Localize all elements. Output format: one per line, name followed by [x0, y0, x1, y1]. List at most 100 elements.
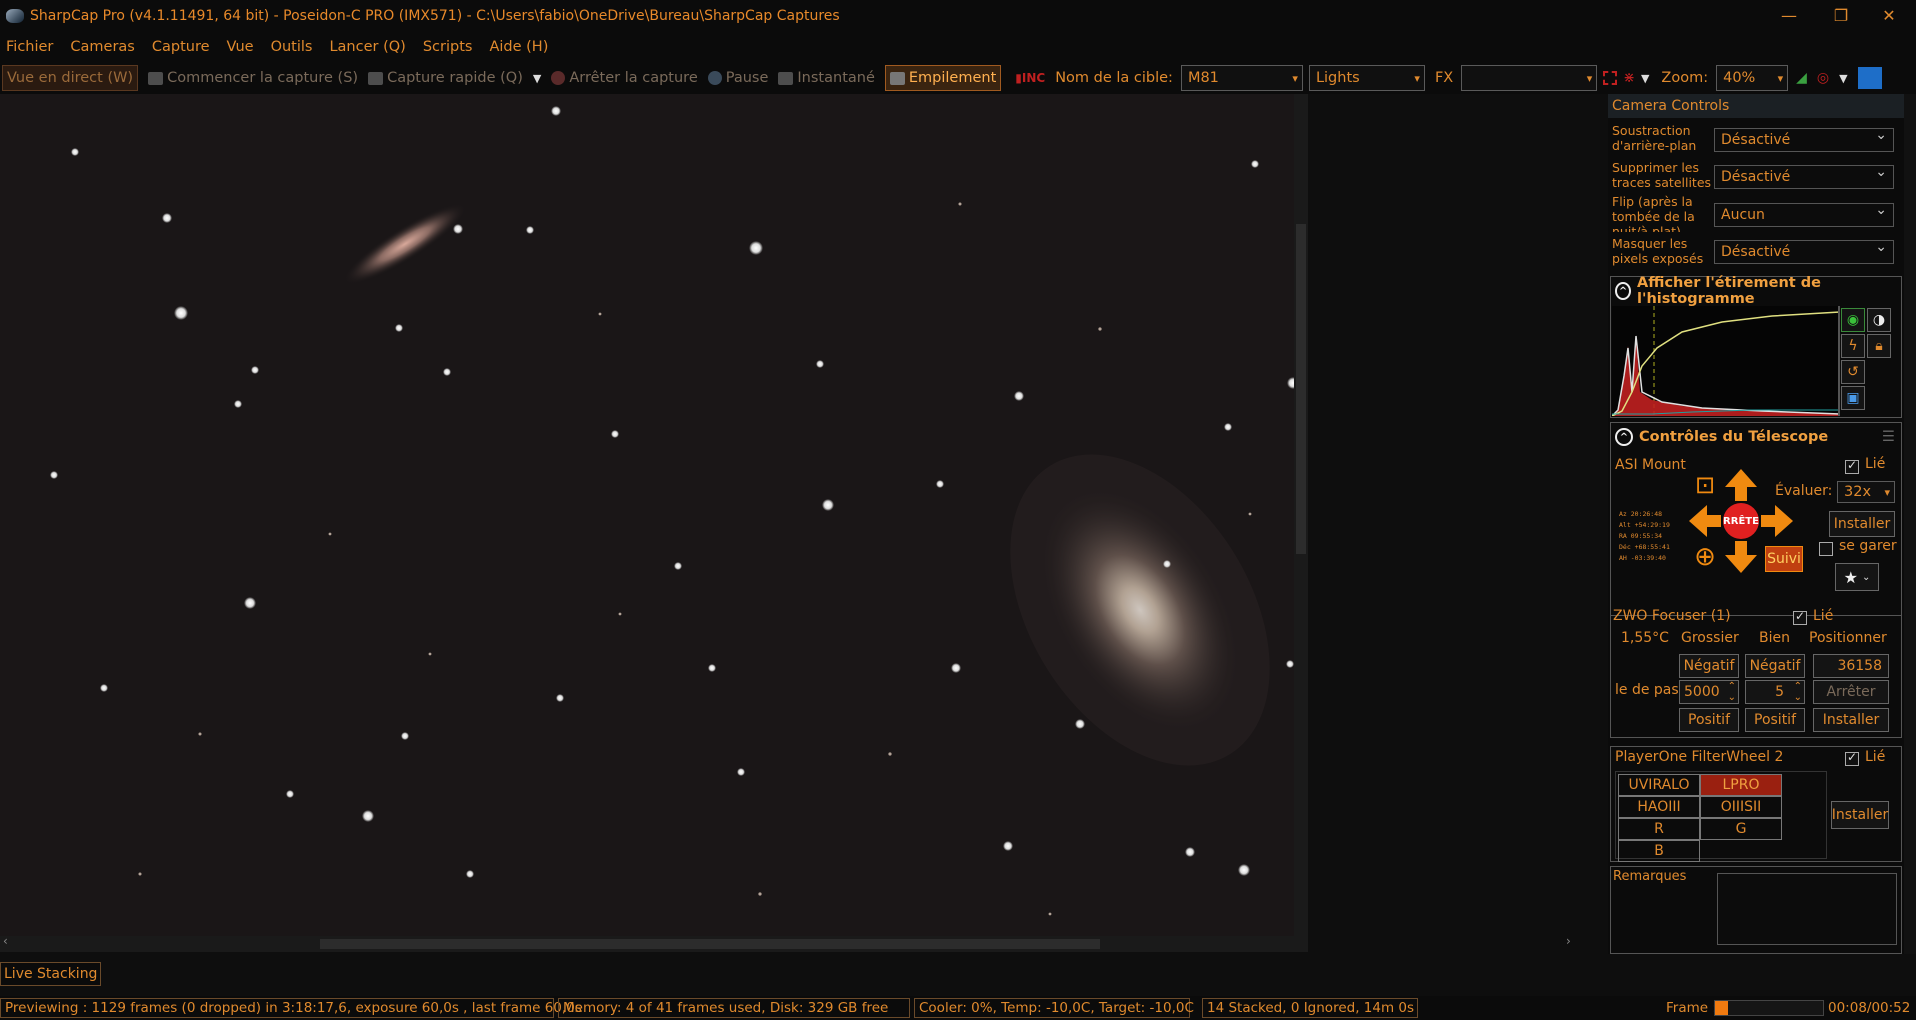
- mount-setup-button[interactable]: Installer: [1829, 511, 1895, 537]
- tracking-label: Suivi: [1767, 551, 1801, 567]
- move-north-button[interactable]: [1723, 467, 1759, 503]
- record-icon[interactable]: ▮INC: [1015, 71, 1045, 85]
- lightning-icon[interactable]: ϟ: [1841, 334, 1865, 358]
- park-checkbox[interactable]: [1819, 541, 1833, 557]
- mount-linked-checkbox[interactable]: [1845, 458, 1859, 475]
- start-capture-label: Commencer la capture (S): [167, 70, 359, 86]
- telescope-header[interactable]: ^ Contrôles du Télescope ☰: [1611, 423, 1901, 451]
- histogram-chart[interactable]: [1612, 306, 1840, 416]
- scroll-thumb[interactable]: [320, 939, 1100, 949]
- start-capture-button[interactable]: Commencer la capture (S): [148, 70, 358, 86]
- fine-step-stepper[interactable]: 5 ⌃ ⌄: [1745, 680, 1805, 704]
- pause-button[interactable]: Pause: [707, 70, 768, 86]
- camera-controls-title: Camera Controls: [1612, 98, 1730, 114]
- focuser-setup-button[interactable]: Installer: [1813, 708, 1889, 732]
- live-view-label: Vue en direct (W): [7, 70, 134, 86]
- menu-file[interactable]: Fichier: [6, 39, 53, 55]
- maximize-button[interactable]: ❐: [1818, 0, 1864, 31]
- lock-icon[interactable]: 🔒︎: [1867, 334, 1891, 358]
- focus-assist-icon[interactable]: ◎: [1817, 70, 1829, 86]
- focuser-title: ZWO Focuser (1): [1613, 608, 1731, 624]
- menu-scripts[interactable]: Scripts: [423, 39, 473, 55]
- filter-r[interactable]: R: [1618, 818, 1700, 840]
- move-east-button[interactable]: [1759, 503, 1795, 539]
- satellite-removal-combo[interactable]: Désactivé: [1714, 164, 1894, 189]
- coarse-step-stepper[interactable]: 5000 ⌃ ⌄: [1679, 680, 1739, 704]
- chevron-down-icon[interactable]: ▼: [1641, 72, 1649, 85]
- snapshot-button[interactable]: Instantané: [778, 70, 875, 86]
- coarse-negative-button[interactable]: Négatif: [1679, 654, 1739, 678]
- filter-uviralo[interactable]: UVIRALO: [1618, 774, 1700, 796]
- notes-textarea[interactable]: [1717, 873, 1897, 945]
- fine-positive-button[interactable]: Positif: [1745, 708, 1805, 732]
- scroll-right-icon[interactable]: ›: [1566, 934, 1571, 948]
- filterwheel-setup-button[interactable]: Installer: [1831, 801, 1889, 829]
- polar-align-icon[interactable]: [1857, 67, 1882, 89]
- contrast-icon[interactable]: ◑: [1867, 308, 1891, 332]
- menu-launch[interactable]: Lancer (Q): [329, 39, 405, 55]
- rate-combo[interactable]: 32x: [1837, 481, 1895, 503]
- scroll-thumb[interactable]: [1296, 224, 1306, 554]
- menu-help[interactable]: Aide (H): [489, 39, 548, 55]
- fx-combo[interactable]: [1461, 65, 1598, 91]
- menu-capture[interactable]: Capture: [152, 39, 210, 55]
- chevron-down-icon[interactable]: ▼: [533, 72, 541, 85]
- filter-b[interactable]: B: [1618, 840, 1700, 862]
- mount-setup-label: Installer: [1833, 516, 1891, 532]
- move-west-button[interactable]: [1687, 503, 1723, 539]
- filter-g[interactable]: G: [1700, 818, 1782, 840]
- menu-icon[interactable]: ☰: [1882, 429, 1895, 445]
- live-view-button[interactable]: Vue en direct (W): [2, 65, 139, 91]
- histogram-auto-icon[interactable]: ◉: [1841, 308, 1865, 332]
- filterwheel-linked-checkbox[interactable]: [1845, 750, 1859, 767]
- collapse-icon[interactable]: ^: [1615, 428, 1633, 446]
- tracking-button[interactable]: Suivi: [1765, 546, 1803, 572]
- selection-rect-icon[interactable]: [1603, 71, 1618, 85]
- target-icon[interactable]: ⊕: [1687, 539, 1723, 575]
- star-favorite-button[interactable]: ★ ⌄: [1835, 563, 1879, 591]
- bg-subtraction-combo[interactable]: Désactivé: [1714, 127, 1894, 152]
- focuser-linked-checkbox[interactable]: [1793, 609, 1807, 626]
- goto-home-icon[interactable]: ⊡: [1687, 467, 1723, 503]
- focuser-stop-button[interactable]: Arrêter: [1813, 680, 1889, 704]
- move-south-button[interactable]: [1723, 539, 1759, 575]
- flip-combo[interactable]: Aucun: [1714, 202, 1894, 227]
- menu-cameras[interactable]: Cameras: [70, 39, 134, 55]
- image-horizontal-scrollbar[interactable]: ‹ ›: [0, 934, 1571, 952]
- stop-capture-button[interactable]: Arrêter la capture: [551, 70, 698, 86]
- position-input[interactable]: 36158: [1813, 654, 1889, 678]
- memory-status: Memory: 4 of 41 frames used, Disk: 329 G…: [558, 998, 910, 1018]
- live-stacking-tab[interactable]: Live Stacking: [0, 962, 102, 986]
- histogram-icon[interactable]: ◢: [1796, 70, 1807, 86]
- filter-haoiii[interactable]: HAOIII: [1618, 796, 1700, 818]
- fine-negative-button[interactable]: Négatif: [1745, 654, 1805, 678]
- coord-ra: RA 09:55:34: [1619, 532, 1663, 540]
- live-image-view[interactable]: [0, 94, 1294, 936]
- zoom-combo[interactable]: 40%: [1716, 65, 1789, 91]
- filter-oiiisii[interactable]: OIIISII: [1700, 796, 1782, 818]
- menu-tools[interactable]: Outils: [271, 39, 313, 55]
- chevron-down-icon[interactable]: ▼: [1839, 72, 1847, 85]
- save-icon[interactable]: ▣: [1841, 386, 1865, 410]
- frame-type-combo[interactable]: Lights: [1308, 65, 1425, 91]
- stop-mount-button[interactable]: RRÊTE: [1723, 503, 1759, 539]
- quick-capture-label: Capture rapide (Q): [387, 70, 523, 86]
- filter-lpro[interactable]: LPRO: [1700, 774, 1782, 796]
- quick-capture-button[interactable]: Capture rapide (Q) ▼: [368, 70, 541, 86]
- position-label: Positionner: [1809, 630, 1887, 646]
- filter-label: UVIRALO: [1628, 777, 1690, 793]
- image-vertical-scrollbar[interactable]: [1294, 94, 1308, 936]
- close-button[interactable]: ✕: [1866, 0, 1912, 31]
- mask-pixels-combo[interactable]: Désactivé: [1714, 239, 1894, 264]
- target-name-combo[interactable]: M81: [1180, 65, 1303, 91]
- stacking-button[interactable]: Empilement: [884, 65, 1002, 91]
- menu-view[interactable]: Vue: [227, 39, 254, 55]
- scroll-left-icon[interactable]: ‹: [3, 934, 8, 948]
- reset-icon[interactable]: ↺: [1841, 360, 1865, 384]
- collapse-icon[interactable]: ^: [1615, 282, 1632, 300]
- panel-scrollbar[interactable]: [1904, 94, 1916, 954]
- histogram-header[interactable]: ^ Afficher l'étirement de l'histogramme: [1611, 275, 1901, 307]
- coarse-positive-button[interactable]: Positif: [1679, 708, 1739, 732]
- grid-overlay-icon[interactable]: ⋇: [1623, 70, 1635, 86]
- minimize-button[interactable]: —: [1766, 0, 1812, 31]
